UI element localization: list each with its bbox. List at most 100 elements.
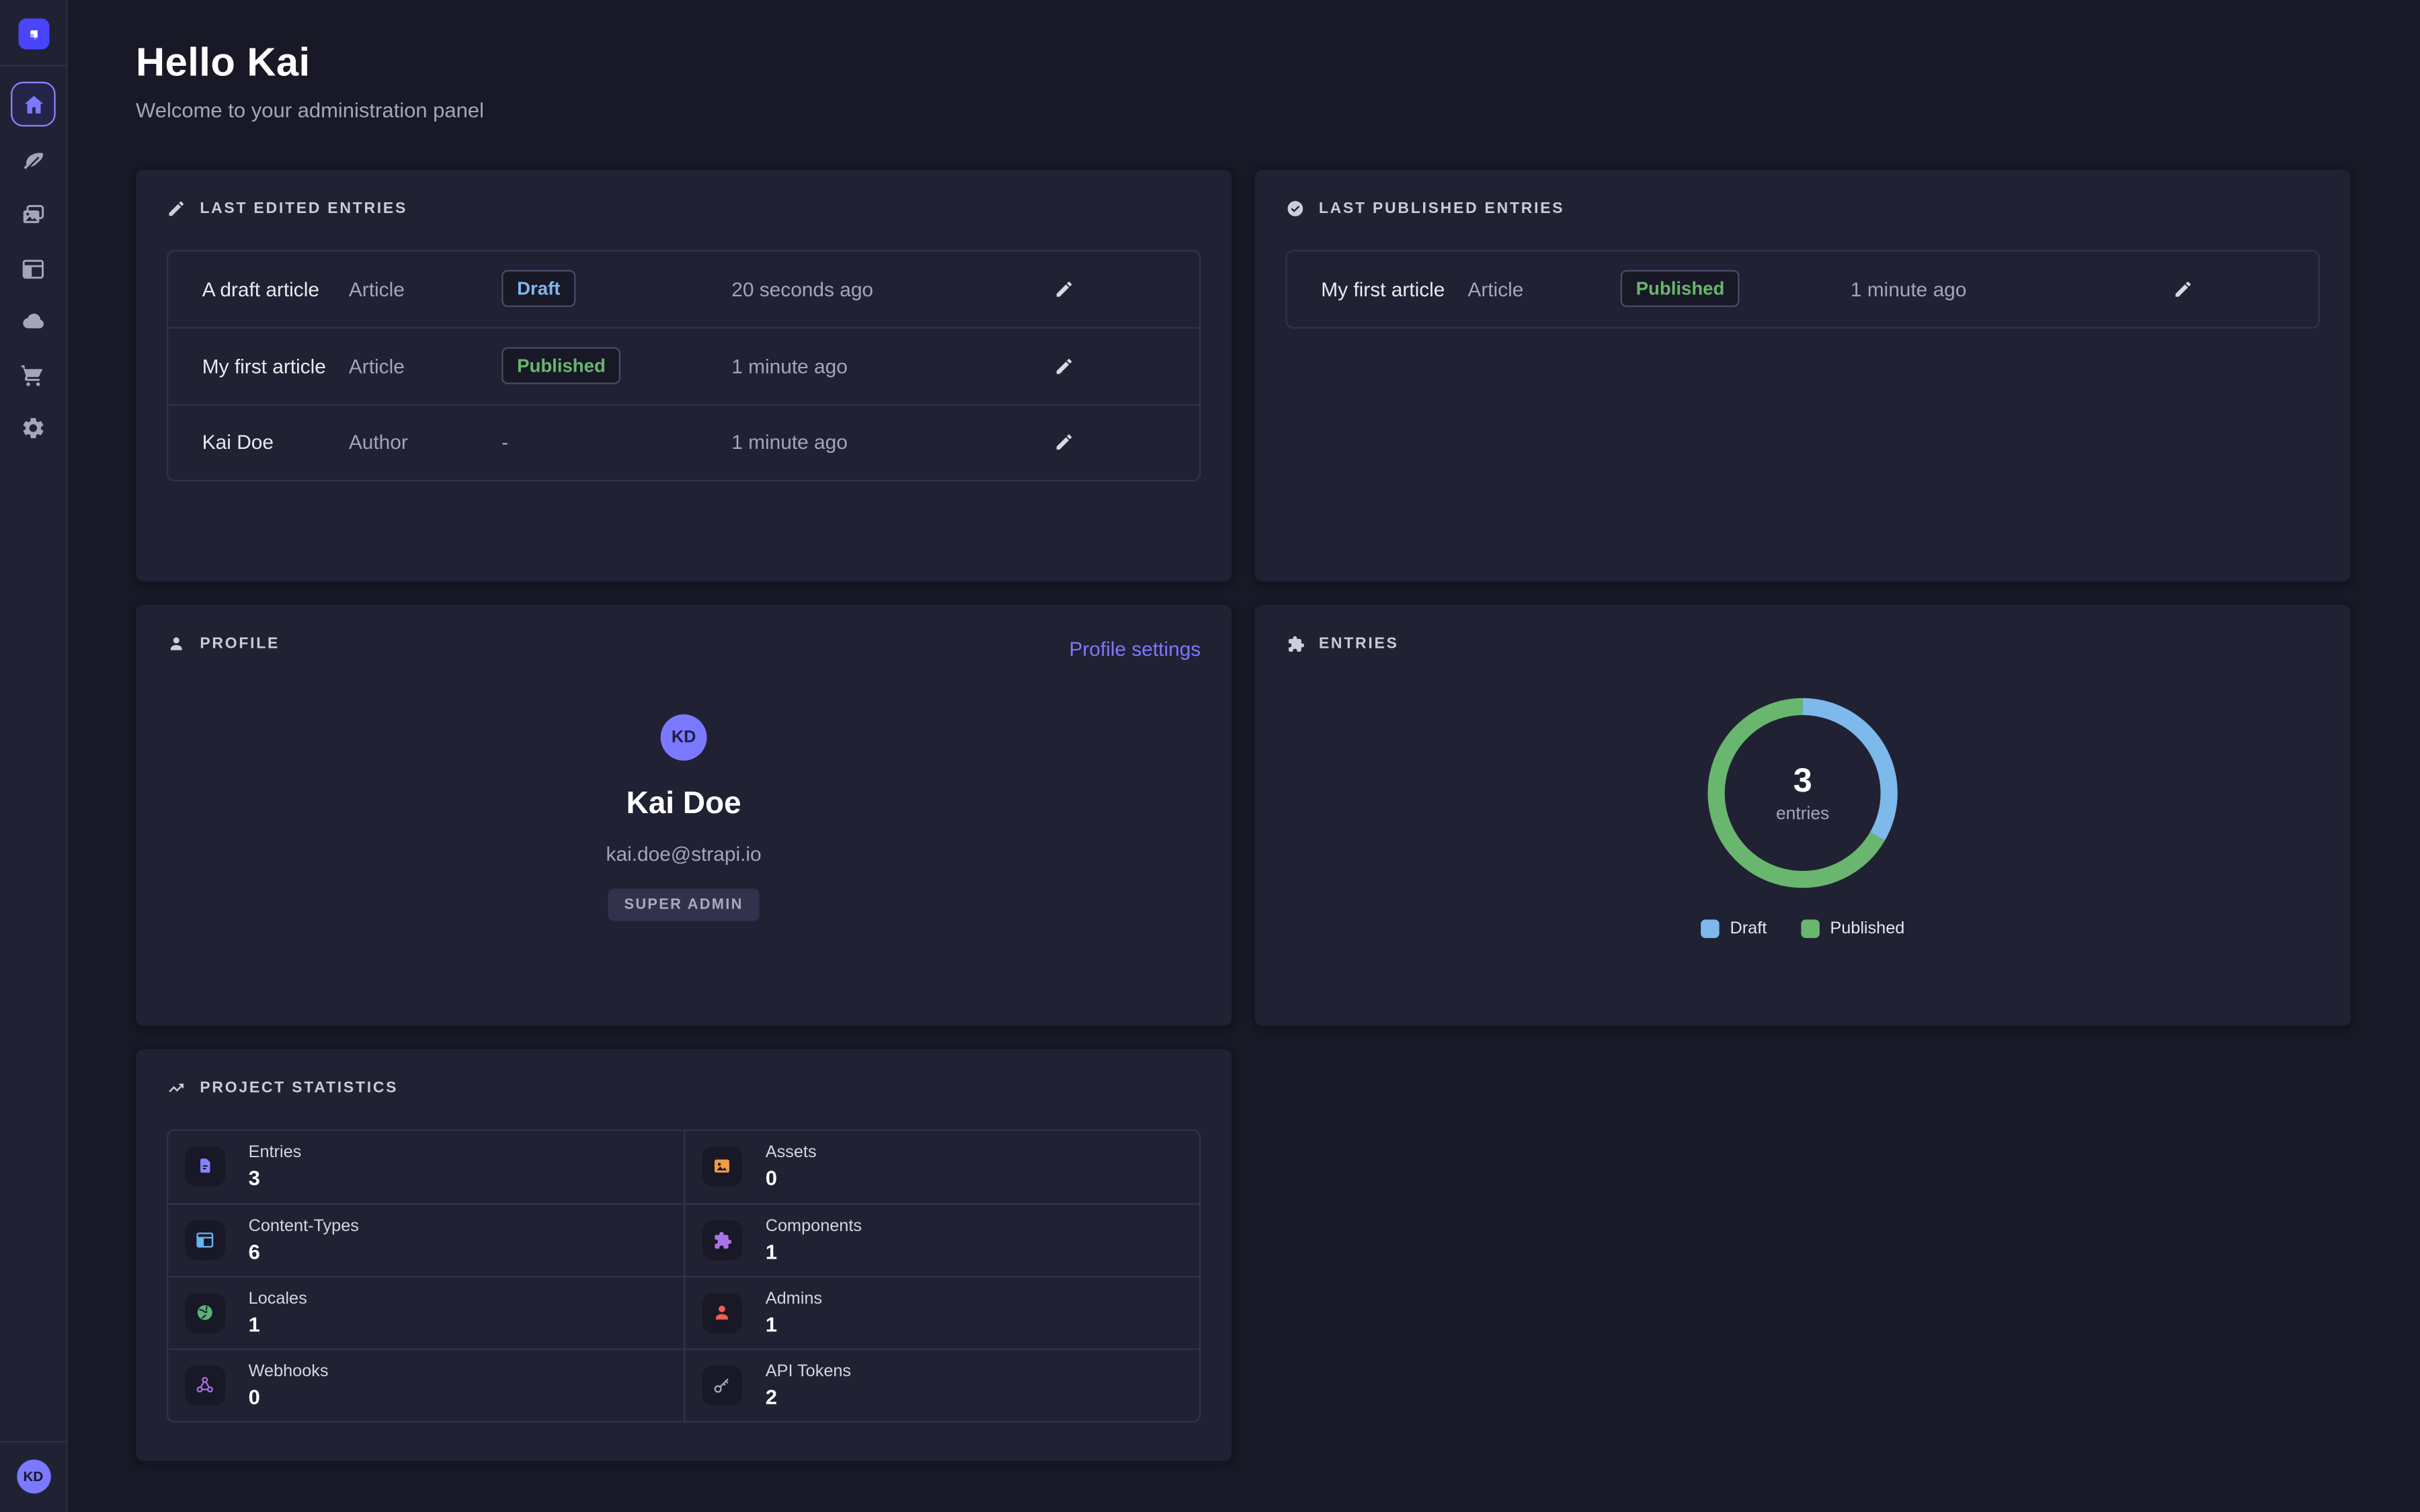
strapi-mark-icon bbox=[22, 23, 44, 44]
sidebar-footer-divider bbox=[0, 1441, 67, 1442]
panel-header: LAST EDITED ENTRIES bbox=[167, 199, 1201, 218]
last-edited-entries-panel: LAST EDITED ENTRIES A draft article Arti… bbox=[136, 170, 1232, 582]
entries-total: 3 bbox=[1793, 761, 1812, 801]
entry-time: 1 minute ago bbox=[731, 354, 1020, 377]
entry-name: A draft article bbox=[168, 278, 349, 300]
legend-item: Draft bbox=[1701, 919, 1767, 937]
chart-legend: Draft Published bbox=[1701, 919, 1904, 937]
donut-chart: 3 entries bbox=[1701, 690, 1904, 894]
pencil-icon bbox=[2173, 279, 2193, 299]
puzzle-icon bbox=[1285, 634, 1305, 654]
status-badge: Published bbox=[1621, 270, 1740, 307]
images-icon bbox=[20, 202, 46, 228]
sidebar-item-content-type-builder[interactable] bbox=[7, 242, 59, 295]
main-content: Hello Kai Welcome to your administration… bbox=[68, 0, 2420, 1512]
sidebar-footer: KD bbox=[0, 1441, 67, 1512]
sidebar-nav bbox=[7, 80, 59, 455]
edit-entry-button[interactable] bbox=[1054, 432, 1074, 452]
locales-icon bbox=[195, 1302, 216, 1323]
panel-title: PROJECT STATISTICS bbox=[200, 1080, 398, 1097]
cloud-icon bbox=[20, 309, 46, 335]
panel-title: PROFILE bbox=[200, 635, 280, 652]
entry-name: Kai Doe bbox=[168, 431, 349, 454]
stat-label: Entries bbox=[249, 1144, 302, 1163]
feather-icon bbox=[20, 149, 46, 175]
entry-type: Article bbox=[1467, 278, 1620, 300]
strapi-admin-app: KD Hello Kai Welcome to your administrat… bbox=[0, 0, 2420, 1512]
stats-grid: Entries3 Assets0 Content-Types6 bbox=[167, 1128, 1201, 1423]
person-icon bbox=[167, 634, 186, 654]
page-title: Hello Kai bbox=[136, 38, 2351, 86]
entries-unit: entries bbox=[1776, 805, 1829, 824]
role-badge: SUPER ADMIN bbox=[609, 888, 759, 920]
edit-entry-button[interactable] bbox=[1054, 356, 1074, 376]
sidebar-item-home[interactable] bbox=[11, 82, 56, 127]
gear-icon bbox=[20, 415, 46, 442]
sidebar: KD bbox=[0, 0, 68, 1512]
entry-time: 1 minute ago bbox=[731, 431, 1020, 454]
stat-label: Assets bbox=[766, 1144, 817, 1163]
status-empty: - bbox=[501, 430, 508, 453]
check-circle-icon bbox=[1285, 199, 1305, 218]
cart-icon bbox=[20, 362, 46, 388]
stat-label: Content-Types bbox=[249, 1218, 359, 1236]
pencil-icon bbox=[1054, 356, 1074, 376]
profile-email: kai.doe@strapi.io bbox=[606, 841, 762, 864]
panel-header: LAST PUBLISHED ENTRIES bbox=[1285, 199, 2319, 218]
strapi-logo[interactable] bbox=[17, 19, 48, 50]
stat-value: 1 bbox=[249, 1312, 307, 1335]
user-avatar[interactable]: KD bbox=[16, 1460, 50, 1494]
stat-value: 2 bbox=[766, 1386, 851, 1409]
table-row: My first article Article Published 1 min… bbox=[1287, 251, 2318, 327]
panel-header: ENTRIES bbox=[1285, 634, 2319, 654]
stat-value: 1 bbox=[766, 1312, 822, 1335]
legend-swatch-draft bbox=[1701, 919, 1720, 937]
table-row: Kai Doe Author - 1 minute ago bbox=[168, 403, 1199, 480]
stage: KD Hello Kai Welcome to your administrat… bbox=[0, 0, 2420, 1512]
stat-cell-webhooks: Webhooks0 bbox=[168, 1349, 684, 1421]
last-published-entries-panel: LAST PUBLISHED ENTRIES My first article … bbox=[1255, 170, 2351, 582]
stat-cell-assets: Assets0 bbox=[684, 1130, 1199, 1203]
stat-value: 1 bbox=[766, 1240, 862, 1263]
content-types-icon bbox=[195, 1230, 216, 1251]
stat-label: Webhooks bbox=[249, 1363, 329, 1382]
table-row: My first article Article Published 1 min… bbox=[168, 327, 1199, 404]
stat-cell-api-tokens: API Tokens2 bbox=[684, 1349, 1199, 1421]
stat-cell-locales: Locales 1 bbox=[168, 1275, 684, 1348]
entry-name: My first article bbox=[1287, 278, 1468, 300]
api-tokens-icon bbox=[712, 1376, 733, 1396]
sidebar-item-deploy[interactable] bbox=[7, 296, 59, 349]
last-edited-table: A draft article Article Draft 20 seconds… bbox=[167, 249, 1201, 482]
sidebar-item-media-library[interactable] bbox=[7, 189, 59, 242]
edit-entry-button[interactable] bbox=[1054, 279, 1074, 299]
edit-entry-button[interactable] bbox=[2173, 279, 2193, 299]
layout-icon bbox=[20, 256, 46, 282]
sidebar-item-settings[interactable] bbox=[7, 402, 59, 455]
status-badge: Draft bbox=[501, 270, 575, 307]
stat-cell-entries: Entries 3 bbox=[168, 1130, 684, 1203]
stat-cell-components: Components1 bbox=[684, 1203, 1199, 1275]
admins-icon bbox=[712, 1302, 733, 1323]
stat-cell-admins: Admins 1 bbox=[684, 1275, 1199, 1348]
components-icon bbox=[712, 1230, 733, 1251]
legend-item: Published bbox=[1801, 919, 1905, 937]
pencil-icon bbox=[1054, 279, 1074, 299]
dashboard-grid: LAST EDITED ENTRIES A draft article Arti… bbox=[136, 170, 2351, 1462]
entry-time: 20 seconds ago bbox=[731, 278, 1020, 300]
profile-avatar: KD bbox=[661, 714, 707, 760]
assets-icon bbox=[712, 1156, 733, 1177]
profile-panel: PROFILE Profile settings KD Kai Doe kai.… bbox=[136, 605, 1232, 1026]
stat-label: Admins bbox=[766, 1290, 822, 1309]
stat-value: 3 bbox=[249, 1166, 302, 1189]
entry-type: Article bbox=[349, 278, 501, 300]
project-statistics-panel: PROJECT STATISTICS Entries 3 Assets0 bbox=[136, 1049, 1232, 1461]
stat-label: Locales bbox=[249, 1290, 307, 1309]
entries-chart: 3 entries Draft Published bbox=[1285, 653, 2319, 937]
trend-up-icon bbox=[167, 1079, 186, 1098]
entries-panel: ENTRIES 3 entries bbox=[1255, 605, 2351, 1026]
table-row: A draft article Article Draft 20 seconds… bbox=[168, 251, 1199, 327]
profile-settings-link[interactable]: Profile settings bbox=[1069, 637, 1201, 660]
sidebar-divider bbox=[0, 65, 67, 66]
sidebar-item-content-manager[interactable] bbox=[7, 136, 59, 189]
sidebar-item-marketplace[interactable] bbox=[7, 349, 59, 402]
